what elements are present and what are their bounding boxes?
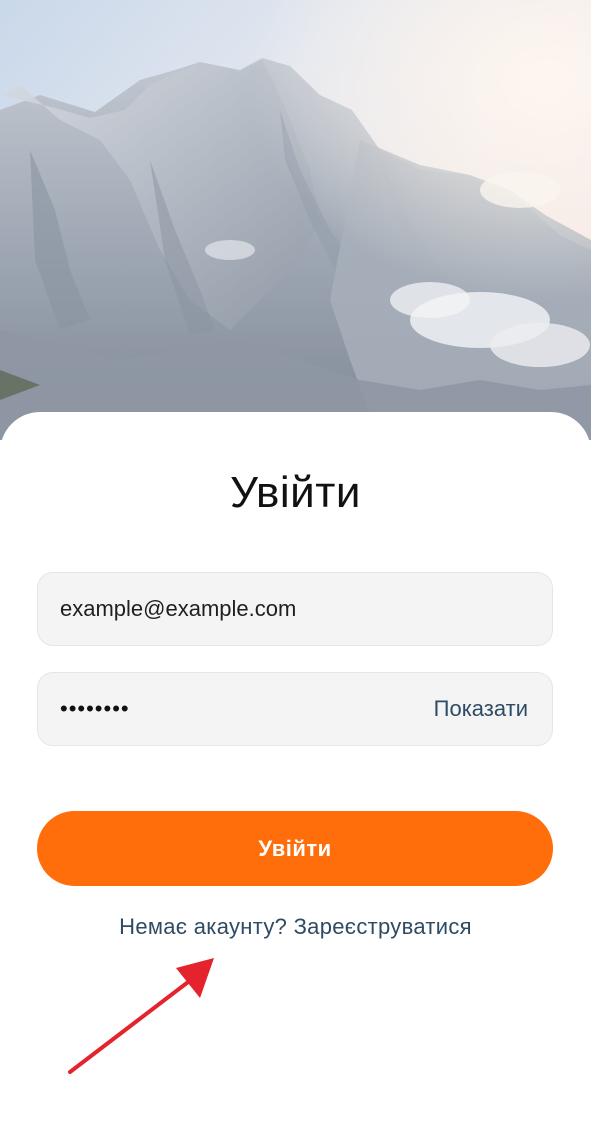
page-title: Увійти	[230, 468, 361, 517]
password-field[interactable]: Показати	[37, 672, 553, 746]
hero-mountain-image	[0, 0, 591, 440]
email-input[interactable]	[60, 573, 530, 645]
email-field[interactable]	[37, 572, 553, 646]
password-input[interactable]	[60, 673, 400, 745]
login-button[interactable]: Увійти	[37, 811, 553, 886]
show-password-button[interactable]: Показати	[434, 673, 528, 745]
login-card	[0, 412, 591, 1147]
register-link[interactable]: Немає акаунту? Зареєструватися	[0, 914, 591, 940]
login-screen: Увійти Показати Увійти Немає акаунту? За…	[0, 0, 591, 1147]
